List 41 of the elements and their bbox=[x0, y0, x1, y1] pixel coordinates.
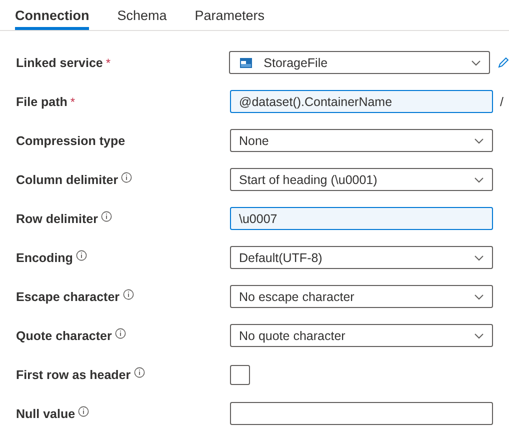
field-label: Quote character bbox=[16, 328, 112, 342]
tab[interactable]: Connection bbox=[15, 0, 90, 30]
field-label: Escape character bbox=[16, 290, 120, 304]
info-icon[interactable] bbox=[134, 366, 145, 378]
tab[interactable]: Parameters bbox=[194, 0, 265, 30]
info-icon[interactable] bbox=[100, 210, 112, 222]
linked-service-dropdown[interactable]: StorageFile bbox=[228, 51, 490, 74]
tab[interactable]: Schema bbox=[117, 0, 167, 30]
expression-field[interactable]: @dataset().ContainerName bbox=[230, 90, 493, 113]
field-label: Linked service bbox=[16, 56, 103, 70]
info-icon[interactable] bbox=[114, 328, 126, 338]
info-icon[interactable] bbox=[78, 406, 90, 416]
info-icon[interactable] bbox=[122, 288, 134, 300]
dropdown[interactable]: No escape character bbox=[230, 285, 493, 308]
dropdown[interactable]: Start of heading (\u0001) bbox=[230, 168, 493, 191]
field-label: Null value bbox=[16, 406, 76, 420]
path-separator: / bbox=[500, 94, 504, 108]
chevron-down-icon bbox=[474, 138, 484, 144]
info-icon[interactable] bbox=[121, 172, 132, 182]
field-label: File path bbox=[16, 94, 68, 108]
field-label: Encoding bbox=[16, 250, 73, 264]
info-icon[interactable] bbox=[76, 250, 87, 260]
required-mark: * bbox=[106, 56, 111, 70]
chevron-down-icon bbox=[474, 332, 484, 338]
field-label: Column delimiter bbox=[16, 172, 118, 186]
expression-field[interactable]: \u0007 bbox=[230, 207, 493, 230]
dropdown[interactable]: None bbox=[230, 129, 493, 152]
required-mark: * bbox=[70, 94, 76, 108]
field-label: First row as header bbox=[16, 368, 131, 382]
pencil-icon[interactable] bbox=[497, 56, 509, 68]
dropdown[interactable]: Default(UTF-8) bbox=[230, 246, 493, 269]
chevron-down-icon bbox=[471, 60, 482, 66]
field-label: Row delimiter bbox=[16, 212, 98, 226]
input-field[interactable] bbox=[230, 402, 493, 425]
checkbox[interactable] bbox=[230, 364, 250, 384]
chevron-down-icon bbox=[474, 176, 484, 182]
storage-icon bbox=[240, 58, 252, 68]
field-label: Compression type bbox=[16, 134, 126, 148]
chevron-down-icon bbox=[474, 254, 484, 260]
dropdown[interactable]: No quote character bbox=[230, 324, 493, 347]
chevron-down-icon bbox=[474, 294, 484, 300]
